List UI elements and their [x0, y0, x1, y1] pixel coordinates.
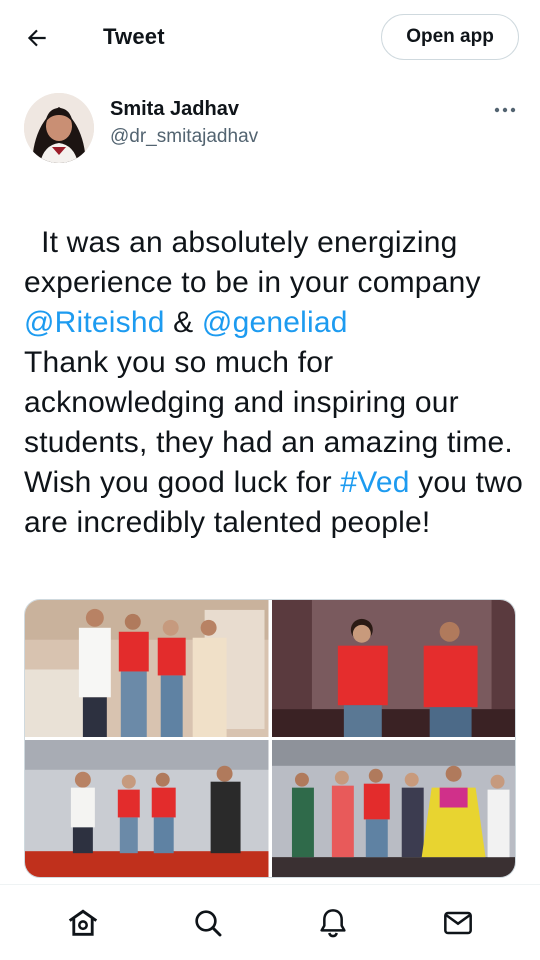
media-grid: [24, 599, 516, 878]
bottom-nav: [0, 885, 540, 960]
hashtag-link-ved[interactable]: #Ved: [340, 466, 409, 499]
nav-home[interactable]: [59, 899, 107, 947]
home-icon: [68, 909, 97, 936]
photo-group-posing[interactable]: [25, 600, 269, 737]
text-segment: &: [164, 306, 202, 339]
bell-icon: [319, 908, 346, 937]
author-handle[interactable]: @dr_smitajadhav: [110, 126, 258, 148]
nav-messages[interactable]: [434, 899, 482, 947]
top-bar: Tweet Open app: [0, 0, 540, 74]
nav-notifications[interactable]: [309, 899, 357, 947]
more-button[interactable]: [488, 98, 522, 122]
mention-link-riteishd[interactable]: @Riteishd: [24, 306, 165, 339]
back-button[interactable]: [18, 19, 56, 57]
tweet-text: It was an absolutely energizing experien…: [24, 183, 524, 543]
avatar[interactable]: [24, 93, 94, 163]
author-name[interactable]: Smita Jadhav: [110, 98, 239, 121]
photo-students-dancing[interactable]: [271, 740, 515, 877]
text-segment: It was an absolutely energizing experien…: [24, 226, 490, 299]
page-title: Tweet: [103, 24, 165, 49]
arrow-left-icon: [27, 29, 46, 47]
mention-link-geneliad[interactable]: @geneliad: [202, 306, 348, 339]
tweet-author: Smita Jadhav @dr_smitajadhav: [0, 88, 540, 164]
search-icon: [194, 909, 221, 936]
open-app-button[interactable]: Open app: [381, 14, 519, 60]
mail-icon: [443, 911, 472, 934]
more-horizontal-icon: [494, 107, 516, 113]
photo-stage-speech[interactable]: [25, 740, 269, 877]
photo-two-on-stage[interactable]: [271, 600, 515, 737]
nav-search[interactable]: [184, 899, 232, 947]
